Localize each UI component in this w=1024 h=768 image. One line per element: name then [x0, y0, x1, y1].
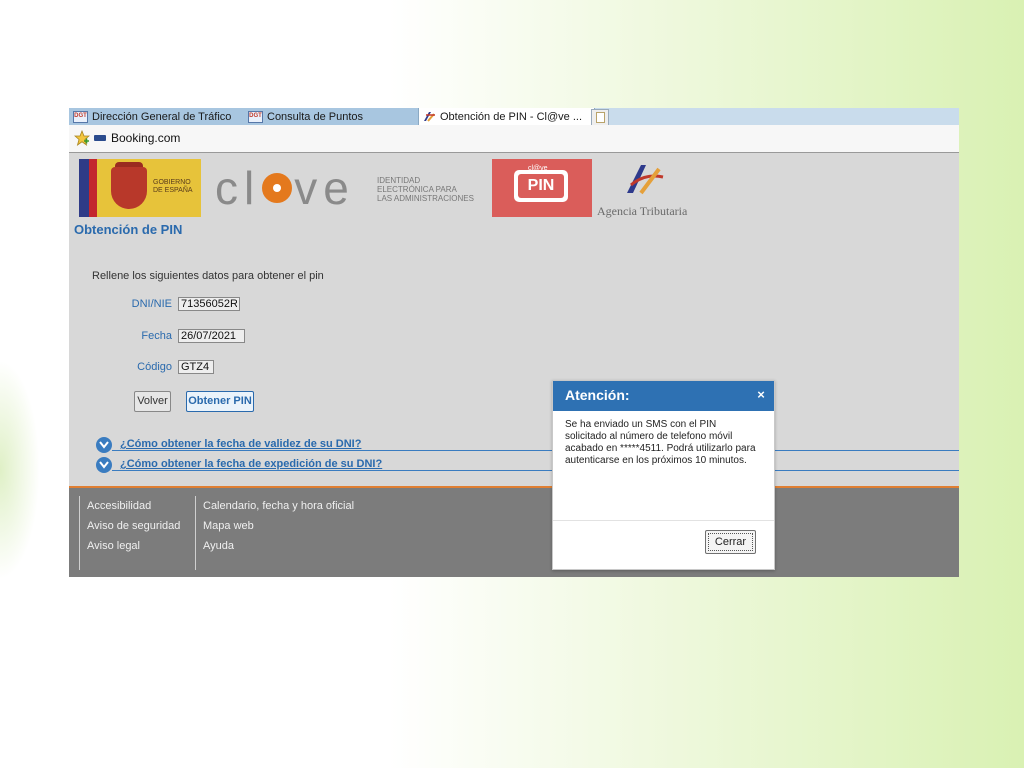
- clave-pin-logo: PIN cl@ve: [492, 159, 592, 217]
- tab-label: Consulta de Puntos: [267, 110, 364, 123]
- new-tab-icon: [596, 112, 605, 123]
- clave-text-left: cl: [215, 162, 261, 214]
- booking-favicon-icon: [94, 135, 106, 141]
- faq-expedicion[interactable]: ¿Cómo obtener la fecha de expedición de …: [96, 457, 959, 473]
- dialog-divider: [553, 520, 774, 521]
- footer-link-accesibilidad[interactable]: Accesibilidad: [87, 496, 180, 516]
- tab-label: Obtención de PIN - Cl@ve ...: [440, 110, 583, 123]
- background-decoration: [0, 360, 40, 580]
- codigo-field[interactable]: [178, 360, 214, 374]
- footer-link-aviso-legal[interactable]: Aviso legal: [87, 536, 180, 556]
- codigo-label: Código: [137, 361, 172, 373]
- eu-flag-icon: [79, 159, 97, 217]
- favorites-star-icon[interactable]: [74, 130, 90, 146]
- dialog-header: Atención: ×: [553, 381, 774, 411]
- bookmark-label: Booking.com: [111, 131, 181, 145]
- tab-direccion-general-trafico[interactable]: DGT Dirección General de Tráfico: [69, 108, 247, 125]
- footer-column-2: Calendario, fecha y hora oficial Mapa we…: [195, 496, 354, 570]
- faq-divider: [112, 470, 959, 471]
- header-logos: GOBIERNO DE ESPAÑA cl ve IDENTIDAD ELECT…: [69, 153, 959, 223]
- agencia-tributaria-text: Agencia Tributaria: [597, 204, 688, 218]
- tab-label: Dirección General de Tráfico: [92, 110, 232, 123]
- footer: Accesibilidad Aviso de seguridad Aviso l…: [69, 488, 959, 577]
- dgt-favicon-icon: DGT: [73, 110, 88, 123]
- coat-of-arms-icon: [111, 167, 147, 209]
- pin-small-label: cl@ve: [528, 165, 548, 172]
- fecha-field[interactable]: [178, 329, 245, 343]
- dialog-message: Se ha enviado un SMS con el PIN solicita…: [565, 419, 756, 466]
- bookmark-booking[interactable]: Booking.com: [94, 131, 180, 145]
- clave-text-right: ve: [294, 162, 355, 214]
- browser-screenshot: DGT Dirección General de Tráfico DGT Con…: [69, 108, 959, 577]
- gobierno-de-espana-logo: GOBIERNO DE ESPAÑA: [79, 159, 201, 217]
- gobierno-text: GOBIERNO DE ESPAÑA: [153, 179, 193, 194]
- dni-field[interactable]: [178, 297, 240, 311]
- footer-link-aviso-seguridad[interactable]: Aviso de seguridad: [87, 516, 180, 536]
- page-content: GOBIERNO DE ESPAÑA cl ve IDENTIDAD ELECT…: [69, 153, 959, 577]
- dni-label: DNI/NIE: [131, 298, 172, 310]
- bookmarks-bar: Booking.com: [69, 125, 959, 153]
- close-icon[interactable]: ×: [754, 388, 768, 402]
- pin-label: PIN: [518, 174, 564, 198]
- aeat-favicon-icon: [423, 111, 436, 122]
- fecha-label: Fecha: [141, 330, 172, 342]
- tab-consulta-de-puntos[interactable]: DGT Consulta de Puntos: [244, 108, 421, 125]
- obtener-pin-button[interactable]: Obtener PIN: [186, 391, 254, 412]
- clave-logo: cl ve: [215, 159, 355, 217]
- dialog-title: Atención:: [565, 387, 630, 403]
- agencia-tributaria-icon: [627, 165, 664, 195]
- page-title: Obtención de PIN: [74, 222, 183, 237]
- clave-at-icon: [262, 173, 293, 203]
- instructions-text: Rellene los siguientes datos para obtene…: [92, 270, 324, 282]
- agencia-tributaria-logo: Agencia Tributaria: [597, 159, 692, 218]
- chevron-down-icon: [96, 457, 112, 473]
- clave-subtitle: IDENTIDAD ELECTRÓNICA PARA LAS ADMINISTR…: [377, 176, 474, 203]
- footer-link-calendario[interactable]: Calendario, fecha y hora oficial: [203, 496, 354, 516]
- footer-link-ayuda[interactable]: Ayuda: [203, 536, 354, 556]
- dgt-favicon-icon: DGT: [248, 110, 263, 123]
- volver-button[interactable]: Volver: [134, 391, 171, 412]
- cerrar-button[interactable]: Cerrar: [705, 530, 756, 554]
- tab-obtencion-de-pin[interactable]: Obtención de PIN - Cl@ve ... ×: [418, 108, 599, 125]
- new-tab-button[interactable]: [591, 109, 609, 126]
- browser-tab-bar: DGT Dirección General de Tráfico DGT Con…: [69, 108, 959, 126]
- faq-validez[interactable]: ¿Cómo obtener la fecha de validez de su …: [96, 437, 959, 453]
- faq-link[interactable]: ¿Cómo obtener la fecha de validez de su …: [120, 438, 361, 450]
- pin-card-icon: PIN: [514, 170, 568, 202]
- faq-divider: [112, 450, 959, 451]
- footer-column-1: Accesibilidad Aviso de seguridad Aviso l…: [79, 496, 180, 570]
- attention-dialog: Atención: × Se ha enviado un SMS con el …: [552, 380, 775, 570]
- chevron-down-icon: [96, 437, 112, 453]
- faq-link[interactable]: ¿Cómo obtener la fecha de expedición de …: [120, 458, 382, 470]
- footer-link-mapa-web[interactable]: Mapa web: [203, 516, 354, 536]
